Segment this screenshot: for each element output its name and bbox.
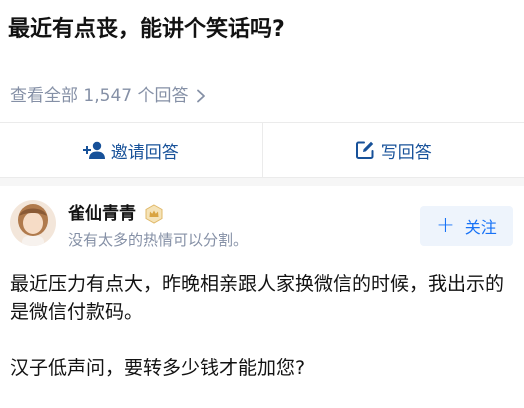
plus-icon: +	[436, 213, 455, 238]
question-action-bar: 邀请回答 写回答	[0, 123, 524, 177]
follow-button[interactable]: + 关注	[420, 206, 513, 246]
section-gap	[0, 177, 524, 186]
crown-badge-icon	[145, 204, 163, 224]
write-answer-button[interactable]: 写回答	[263, 123, 524, 177]
author-name[interactable]: 雀仙青青	[68, 202, 136, 226]
follow-label: 关注	[464, 218, 497, 237]
edit-icon	[355, 141, 374, 159]
invite-person-icon	[82, 141, 105, 159]
view-all-answers-link[interactable]: 查看全部 1,547 个回答	[10, 84, 208, 108]
invite-answer-button[interactable]: 邀请回答	[0, 123, 262, 177]
avatar-image	[10, 200, 56, 246]
author-name-row: 雀仙青青	[68, 202, 164, 226]
answer-paragraph: 汉子低声问，要转多少钱才能加您?	[10, 357, 306, 379]
view-all-answers-label: 查看全部 1,547 个回答	[10, 86, 189, 106]
chevron-right-icon	[197, 89, 206, 103]
question-title: 最近有点丧，能讲个笑话吗?	[8, 17, 285, 42]
author-bio: 没有太多的热情可以分割。	[68, 231, 249, 249]
invite-answer-label: 邀请回答	[110, 142, 179, 163]
write-answer-label: 写回答	[380, 142, 432, 163]
answer-paragraph: 最近压力有点大，昨晚相亲跟人家换微信的时候，我出示的是微信付款码。	[10, 273, 505, 323]
answer-content[interactable]: 最近压力有点大，昨晚相亲跟人家换微信的时候，我出示的是微信付款码。 汉子低声问，…	[10, 270, 514, 382]
author-avatar[interactable]	[10, 200, 56, 246]
